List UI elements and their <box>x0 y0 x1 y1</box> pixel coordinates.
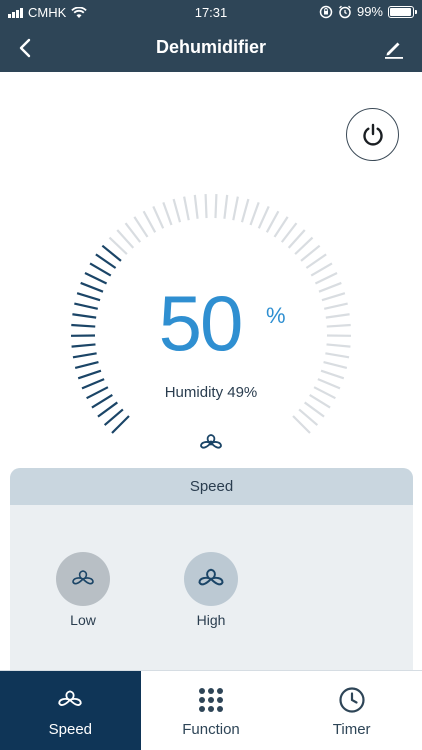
current-humidity: Humidity 49% <box>164 384 258 401</box>
grid-dots-icon <box>199 688 223 712</box>
dial-tick-inactive <box>133 216 149 238</box>
dial-tick-inactive <box>257 205 270 229</box>
dial-tick-active <box>101 244 122 262</box>
humidity-target-value: 50 <box>158 279 244 367</box>
dial-tick-inactive <box>294 236 314 255</box>
speed-high-circle[interactable] <box>184 552 238 606</box>
dial-tick-inactive <box>320 369 345 380</box>
dial-tick-inactive <box>310 262 333 277</box>
dial-tick-inactive <box>273 216 289 238</box>
speed-option-high[interactable]: High <box>176 552 246 628</box>
dial-tick-active <box>76 292 101 302</box>
dial-tick-inactive <box>305 253 327 269</box>
dial-tick-inactive <box>325 313 350 319</box>
dial-tick-active <box>111 415 130 434</box>
dial-tick-active <box>97 401 118 418</box>
dial-tick-inactive <box>214 194 218 219</box>
rotation-lock-icon <box>319 5 333 18</box>
fan-icon <box>198 568 224 586</box>
dial-tick-active <box>71 323 96 328</box>
edit-icon[interactable] <box>382 36 406 60</box>
speed-option-low[interactable]: Low <box>48 552 118 628</box>
status-right: 99% <box>319 4 417 19</box>
dial-tick-inactive <box>325 352 350 359</box>
dial-tick-active <box>89 262 112 277</box>
speed-low-label: Low <box>70 612 96 628</box>
dial-tick-inactive <box>249 201 260 226</box>
battery-icon <box>388 5 417 18</box>
dial-tick-active <box>95 253 117 269</box>
dial-tick-inactive <box>314 272 338 285</box>
speed-high-label: High <box>196 612 226 628</box>
dial-tick-inactive <box>116 229 135 249</box>
dial-tick-inactive <box>172 198 182 223</box>
battery-fill <box>390 7 411 16</box>
nav-bar: Dehumidifier <box>0 24 422 72</box>
dial-tick-inactive <box>232 196 239 221</box>
status-bar: CMHK 17:31 99% <box>0 0 422 24</box>
dial-tick-inactive <box>223 194 229 219</box>
tab-bar: Speed Function Timer <box>0 670 422 750</box>
dial-tick-inactive <box>292 415 311 434</box>
dial-tick-active <box>80 281 104 293</box>
dial-tick-inactive <box>326 343 351 348</box>
tab-speed[interactable]: Speed <box>0 671 141 750</box>
fan-icon <box>200 434 222 449</box>
dial-tick-inactive <box>240 198 250 223</box>
dial-tick-inactive <box>321 292 346 302</box>
dial-tick-active <box>77 369 102 380</box>
dial-tick-active <box>74 302 99 310</box>
fan-icon <box>72 570 94 585</box>
humidity-unit: % <box>266 303 286 328</box>
dial-tick-active <box>103 408 124 426</box>
page-title: Dehumidifier <box>155 37 266 57</box>
clock-icon <box>339 687 365 713</box>
dial-tick-inactive <box>162 201 173 226</box>
dial-tick-inactive <box>287 229 306 249</box>
dial-tick-inactive <box>280 222 298 243</box>
dial-tick-active <box>71 343 96 348</box>
dial-tick-inactive <box>323 302 348 310</box>
speed-panel-header: Speed <box>10 468 413 505</box>
fan-icon <box>58 690 83 706</box>
dial-tick-inactive <box>152 205 165 229</box>
dial-tick-inactive <box>124 222 142 243</box>
speed-panel: Speed Low High <box>10 468 413 670</box>
dial-tick-inactive <box>193 194 199 219</box>
dial-tick-inactive <box>265 210 280 233</box>
dial-tick-inactive <box>318 281 342 293</box>
dial-tick-active <box>72 313 97 319</box>
dial-tick-inactive <box>300 244 321 262</box>
dial-tick-active <box>72 352 97 359</box>
tab-speed-label: Speed <box>48 721 93 738</box>
dial-tick-active <box>84 272 108 285</box>
dial-tick-inactive <box>298 408 319 426</box>
dial-tick-inactive <box>326 323 351 328</box>
dial-tick-inactive <box>142 210 157 233</box>
dial-tick-inactive <box>304 401 325 418</box>
tab-timer-label: Timer <box>332 721 371 738</box>
tab-function-label: Function <box>182 721 240 738</box>
power-icon <box>362 123 383 146</box>
alarm-icon <box>339 5 351 18</box>
dial-tick-inactive <box>323 361 348 369</box>
dial-tick-active <box>74 361 99 369</box>
tab-timer[interactable]: Timer <box>281 671 422 750</box>
tab-function[interactable]: Function <box>141 671 282 750</box>
dial-tick-inactive <box>108 236 128 255</box>
battery-percent: 99% <box>356 4 383 19</box>
dial-tick-inactive <box>183 196 190 221</box>
speed-low-circle[interactable] <box>56 552 110 606</box>
dial-tick-inactive <box>204 194 208 219</box>
power-button[interactable] <box>346 108 399 161</box>
